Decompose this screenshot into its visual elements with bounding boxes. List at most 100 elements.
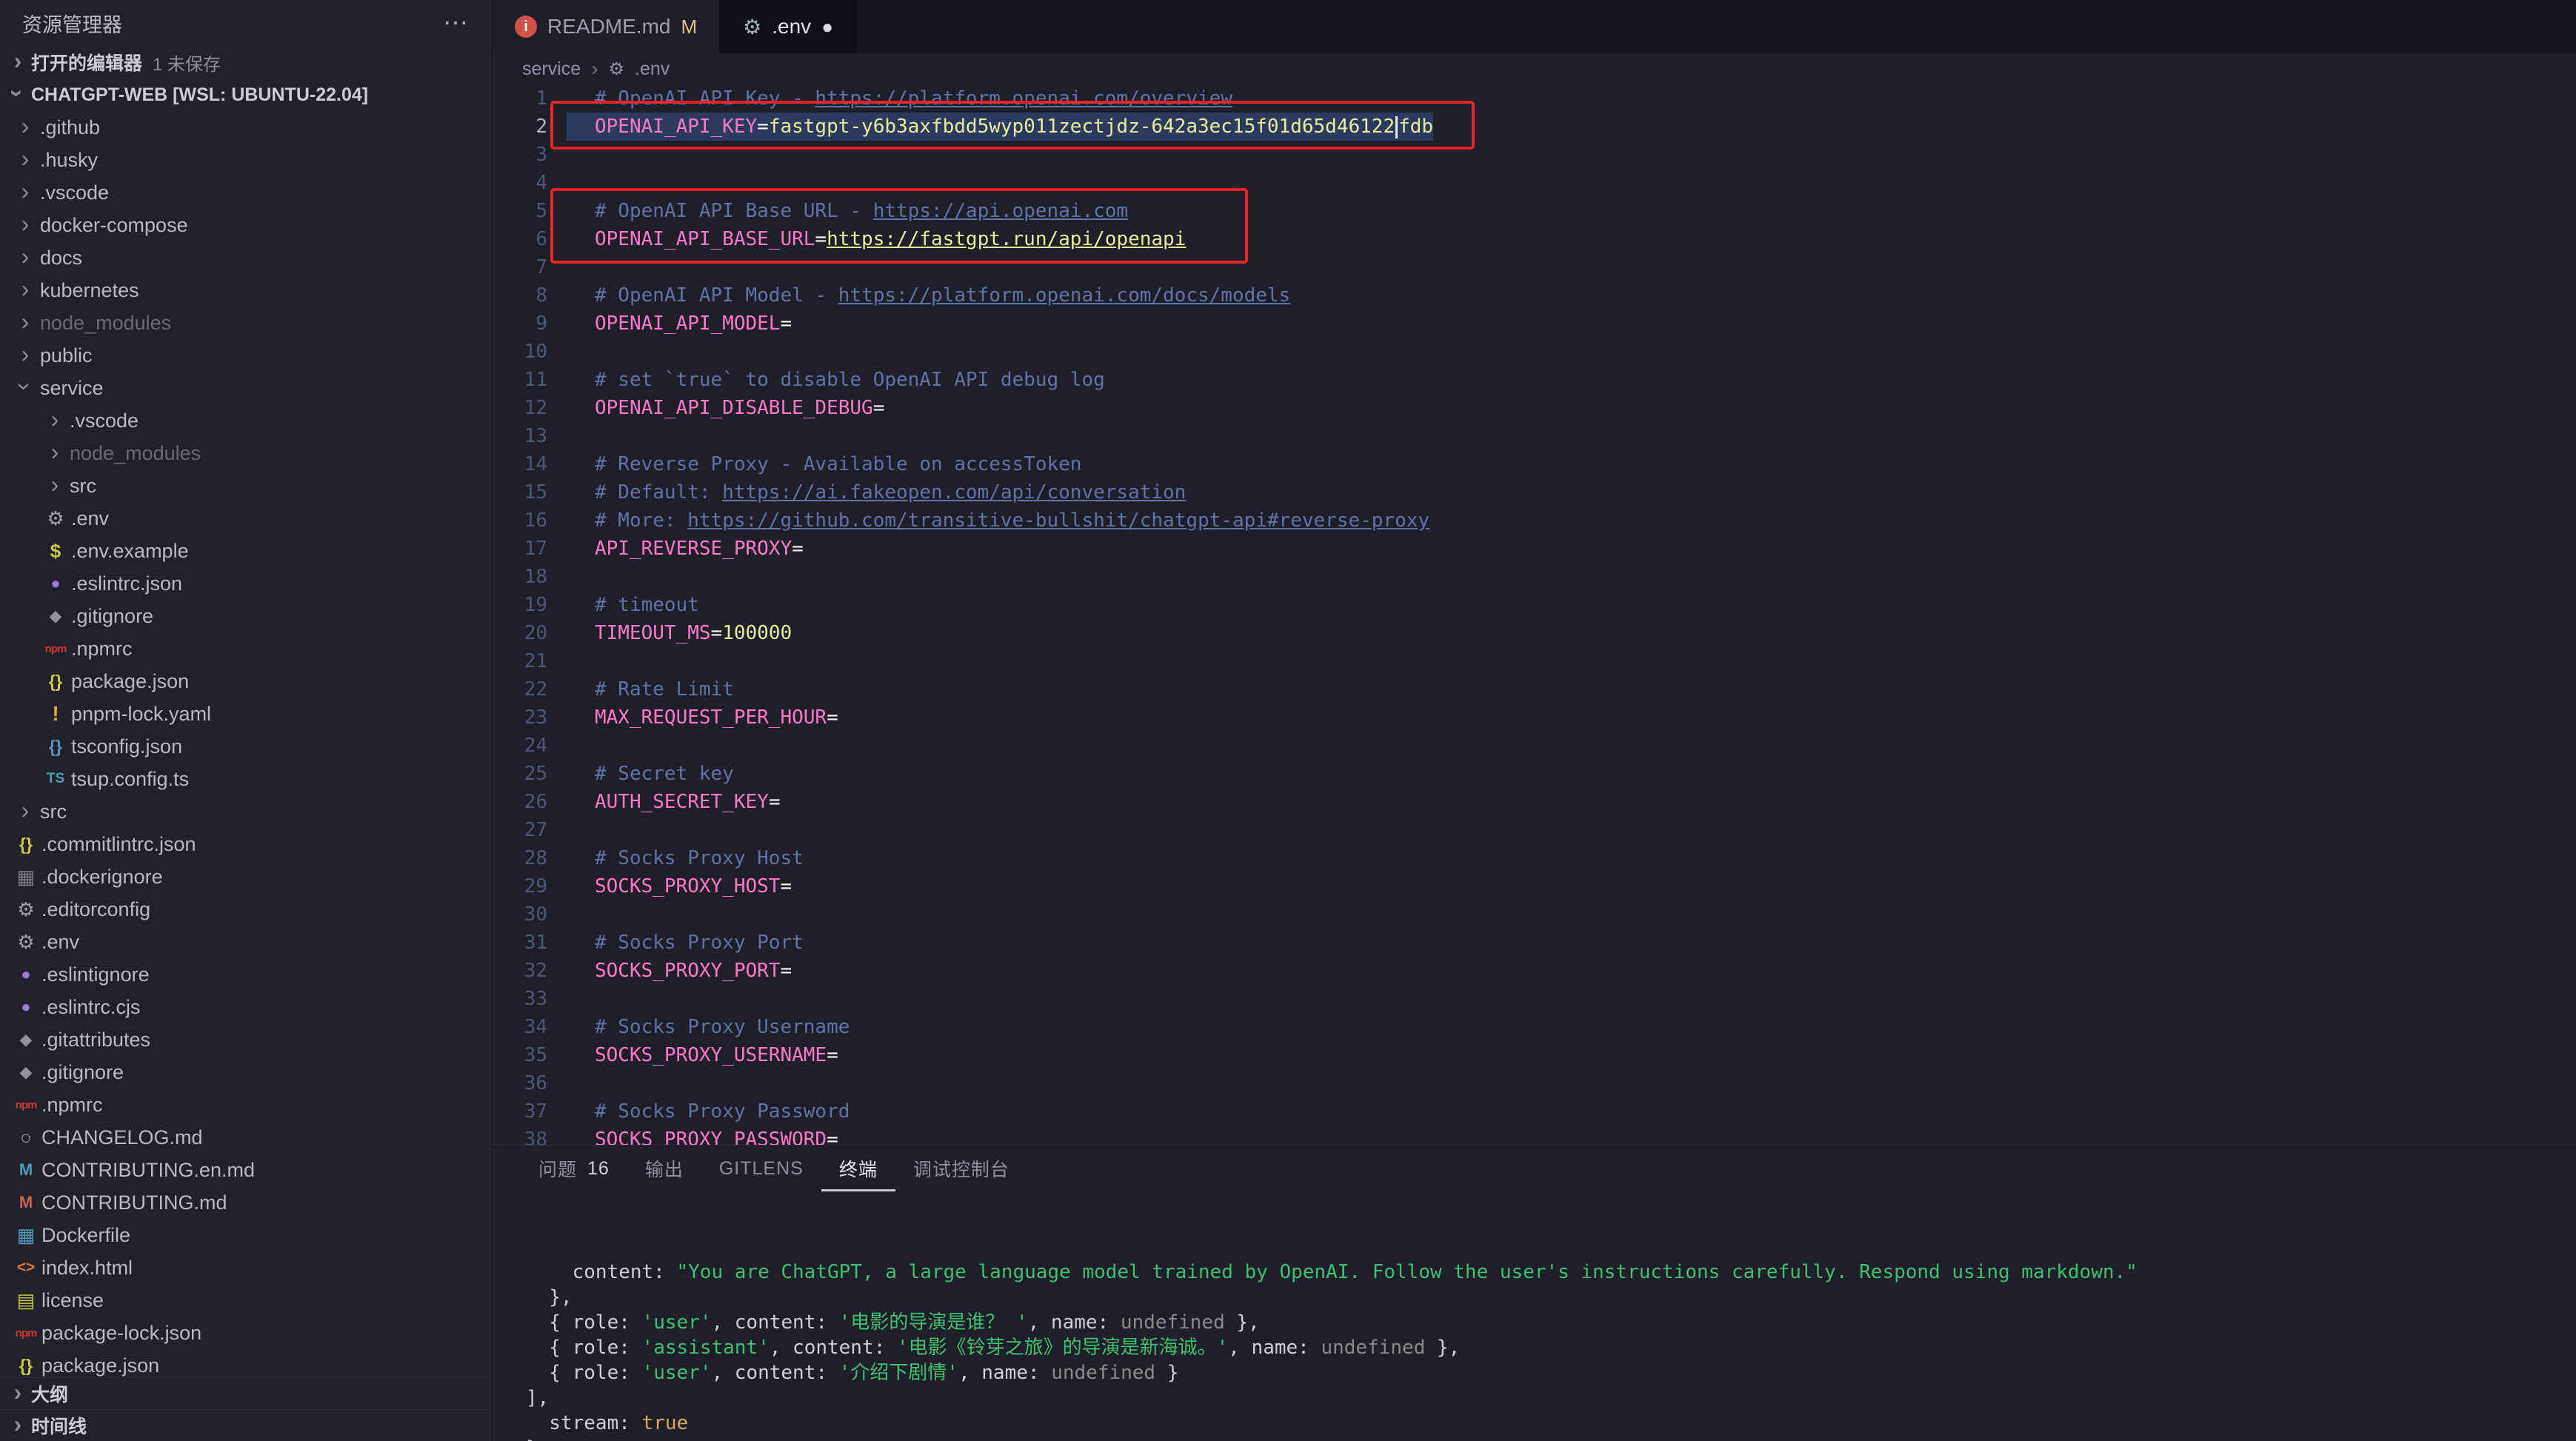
folder-.husky[interactable]: ›.husky — [0, 144, 492, 176]
open-editors-section[interactable]: › 打开的编辑器 1 未保存 — [0, 46, 492, 78]
file-CHANGELOG.md[interactable]: CHANGELOG.md — [0, 1121, 492, 1154]
panel-tab-终端[interactable]: 终端 — [821, 1146, 895, 1191]
code-line-9[interactable]: 9OPENAI_API_MODEL= — [493, 310, 2576, 338]
code-line-32[interactable]: 32SOCKS_PROXY_PORT= — [493, 957, 2576, 985]
code-line-33[interactable]: 33 — [493, 985, 2576, 1013]
unsaved-count: 1 未保存 — [153, 50, 221, 76]
code-line-5[interactable]: 5# OpenAI API Base URL - https://api.ope… — [493, 197, 2576, 225]
project-root-section[interactable]: › CHATGPT-WEB [WSL: UBUNTU-22.04] — [0, 78, 492, 111]
code-line-19[interactable]: 19# timeout — [493, 591, 2576, 619]
folder-.github[interactable]: ›.github — [0, 111, 492, 144]
file-.env[interactable]: .env — [0, 926, 492, 958]
code-line-23[interactable]: 23MAX_REQUEST_PER_HOUR= — [493, 703, 2576, 732]
file-.dockerignore[interactable]: .dockerignore — [0, 860, 492, 893]
code-line-29[interactable]: 29SOCKS_PROXY_HOST= — [493, 872, 2576, 900]
code-line-18[interactable]: 18 — [493, 563, 2576, 591]
file-.npmrc[interactable]: .npmrc — [0, 632, 492, 665]
file-.env.example[interactable]: .env.example — [0, 535, 492, 567]
code-editor[interactable]: 1# OpenAI API Key - https://platform.ope… — [493, 84, 2576, 1145]
code-line-14[interactable]: 14# Reverse Proxy - Available on accessT… — [493, 450, 2576, 478]
file-package-lock.json[interactable]: package-lock.json — [0, 1317, 492, 1349]
folder-.vscode[interactable]: ›.vscode — [0, 176, 492, 209]
file-.npmrc[interactable]: .npmrc — [0, 1089, 492, 1121]
file-CONTRIBUTING.en.md[interactable]: CONTRIBUTING.en.md — [0, 1154, 492, 1186]
code-line-15[interactable]: 15# Default: https://ai.fakeopen.com/api… — [493, 478, 2576, 506]
file-pnpm-lock.yaml[interactable]: pnpm-lock.yaml — [0, 698, 492, 730]
file-.gitattributes[interactable]: .gitattributes — [0, 1023, 492, 1056]
file-index.html[interactable]: index.html — [0, 1251, 492, 1284]
code-line-24[interactable]: 24 — [493, 732, 2576, 760]
code-line-36[interactable]: 36 — [493, 1069, 2576, 1097]
file-Dockerfile[interactable]: Dockerfile — [0, 1219, 492, 1251]
terminal[interactable]: content: "You are ChatGPT, a large langu… — [493, 1191, 2576, 1441]
code-token: = — [815, 228, 827, 250]
panel-tab-输出[interactable]: 输出 — [627, 1146, 701, 1191]
code-line-27[interactable]: 27 — [493, 816, 2576, 844]
folder-public[interactable]: ›public — [0, 339, 492, 372]
outline-section[interactable]: › 大纲 — [0, 1377, 492, 1409]
folder-.vscode[interactable]: ›.vscode — [0, 404, 492, 437]
code-line-3[interactable]: 3 — [493, 141, 2576, 169]
code-line-21[interactable]: 21 — [493, 647, 2576, 675]
file-.gitignore[interactable]: .gitignore — [0, 600, 492, 632]
code-line-35[interactable]: 35SOCKS_PROXY_USERNAME= — [493, 1041, 2576, 1069]
code-token: SOCKS_PROXY_PASSWORD — [595, 1129, 827, 1145]
code-token: # Socks Proxy Username — [595, 1016, 850, 1038]
code-line-28[interactable]: 28# Socks Proxy Host — [493, 844, 2576, 872]
file-package.json[interactable]: package.json — [0, 665, 492, 698]
code-line-8[interactable]: 8# OpenAI API Model - https://platform.o… — [493, 281, 2576, 310]
tab-README.md[interactable]: README.mdM — [493, 0, 721, 53]
folder-node_modules[interactable]: ›node_modules — [0, 307, 492, 339]
file-.env[interactable]: .env — [0, 502, 492, 535]
panel-tab-问题[interactable]: 问题16 — [521, 1146, 627, 1191]
code-line-30[interactable]: 30 — [493, 900, 2576, 929]
code-line-13[interactable]: 13 — [493, 422, 2576, 450]
code-line-26[interactable]: 26AUTH_SECRET_KEY= — [493, 788, 2576, 816]
breadcrumb-item-service[interactable]: service — [522, 58, 581, 80]
file-tsup.config.ts[interactable]: tsup.config.ts — [0, 763, 492, 795]
code-line-7[interactable]: 7 — [493, 253, 2576, 281]
code-line-22[interactable]: 22# Rate Limit — [493, 675, 2576, 703]
folder-docker-compose[interactable]: ›docker-compose — [0, 209, 492, 241]
folder-kubernetes[interactable]: ›kubernetes — [0, 274, 492, 307]
code-line-16[interactable]: 16# More: https://github.com/transitive-… — [493, 506, 2576, 535]
folder-docs[interactable]: ›docs — [0, 241, 492, 274]
code-line-37[interactable]: 37# Socks Proxy Password — [493, 1097, 2576, 1126]
panel-tab-调试控制台[interactable]: 调试控制台 — [895, 1146, 1027, 1191]
code-line-6[interactable]: 6OPENAI_API_BASE_URL=https://fastgpt.run… — [493, 225, 2576, 253]
tab-.env[interactable]: .env● — [721, 0, 857, 53]
code-line-34[interactable]: 34# Socks Proxy Username — [493, 1013, 2576, 1041]
code-token: = — [711, 622, 723, 644]
folder-src[interactable]: ›src — [0, 469, 492, 502]
folder-src[interactable]: ›src — [0, 795, 492, 828]
code-line-17[interactable]: 17API_REVERSE_PROXY= — [493, 535, 2576, 563]
code-line-2[interactable]: 2OPENAI_API_KEY=fastgpt-y6b3axfbdd5wyp01… — [493, 113, 2576, 141]
code-line-25[interactable]: 25# Secret key — [493, 760, 2576, 788]
more-actions-icon[interactable]: ⋯ — [443, 8, 470, 38]
file-package.json[interactable]: package.json — [0, 1349, 492, 1377]
file-CONTRIBUTING.md[interactable]: CONTRIBUTING.md — [0, 1186, 492, 1219]
code-line-4[interactable]: 4 — [493, 169, 2576, 197]
breadcrumb-item-env[interactable]: .env — [635, 58, 670, 80]
file-license[interactable]: license — [0, 1284, 492, 1317]
code-line-12[interactable]: 12OPENAI_API_DISABLE_DEBUG= — [493, 394, 2576, 422]
file-.eslintrc.json[interactable]: .eslintrc.json — [0, 567, 492, 600]
file-tsconfig.json[interactable]: tsconfig.json — [0, 730, 492, 763]
code-line-1[interactable]: 1# OpenAI API Key - https://platform.ope… — [493, 84, 2576, 113]
file-.commitlintrc.json[interactable]: .commitlintrc.json — [0, 828, 492, 860]
folder-service[interactable]: ›service — [0, 372, 492, 404]
code-line-11[interactable]: 11# set `true` to disable OpenAI API deb… — [493, 366, 2576, 394]
file-.eslintignore[interactable]: .eslintignore — [0, 958, 492, 991]
panel-tab-label: 终端 — [839, 1155, 878, 1182]
file-.gitignore[interactable]: .gitignore — [0, 1056, 492, 1089]
timeline-section[interactable]: › 时间线 — [0, 1409, 492, 1441]
chevron-right-icon: › — [12, 310, 39, 333]
code-line-31[interactable]: 31# Socks Proxy Port — [493, 929, 2576, 957]
file-.editorconfig[interactable]: .editorconfig — [0, 893, 492, 926]
panel-tab-GITLENS[interactable]: GITLENS — [701, 1146, 821, 1191]
code-line-38[interactable]: 38SOCKS_PROXY_PASSWORD= — [493, 1126, 2576, 1145]
code-line-20[interactable]: 20TIMEOUT_MS=100000 — [493, 619, 2576, 647]
code-line-10[interactable]: 10 — [493, 338, 2576, 366]
folder-node_modules[interactable]: ›node_modules — [0, 437, 492, 469]
file-.eslintrc.cjs[interactable]: .eslintrc.cjs — [0, 991, 492, 1023]
